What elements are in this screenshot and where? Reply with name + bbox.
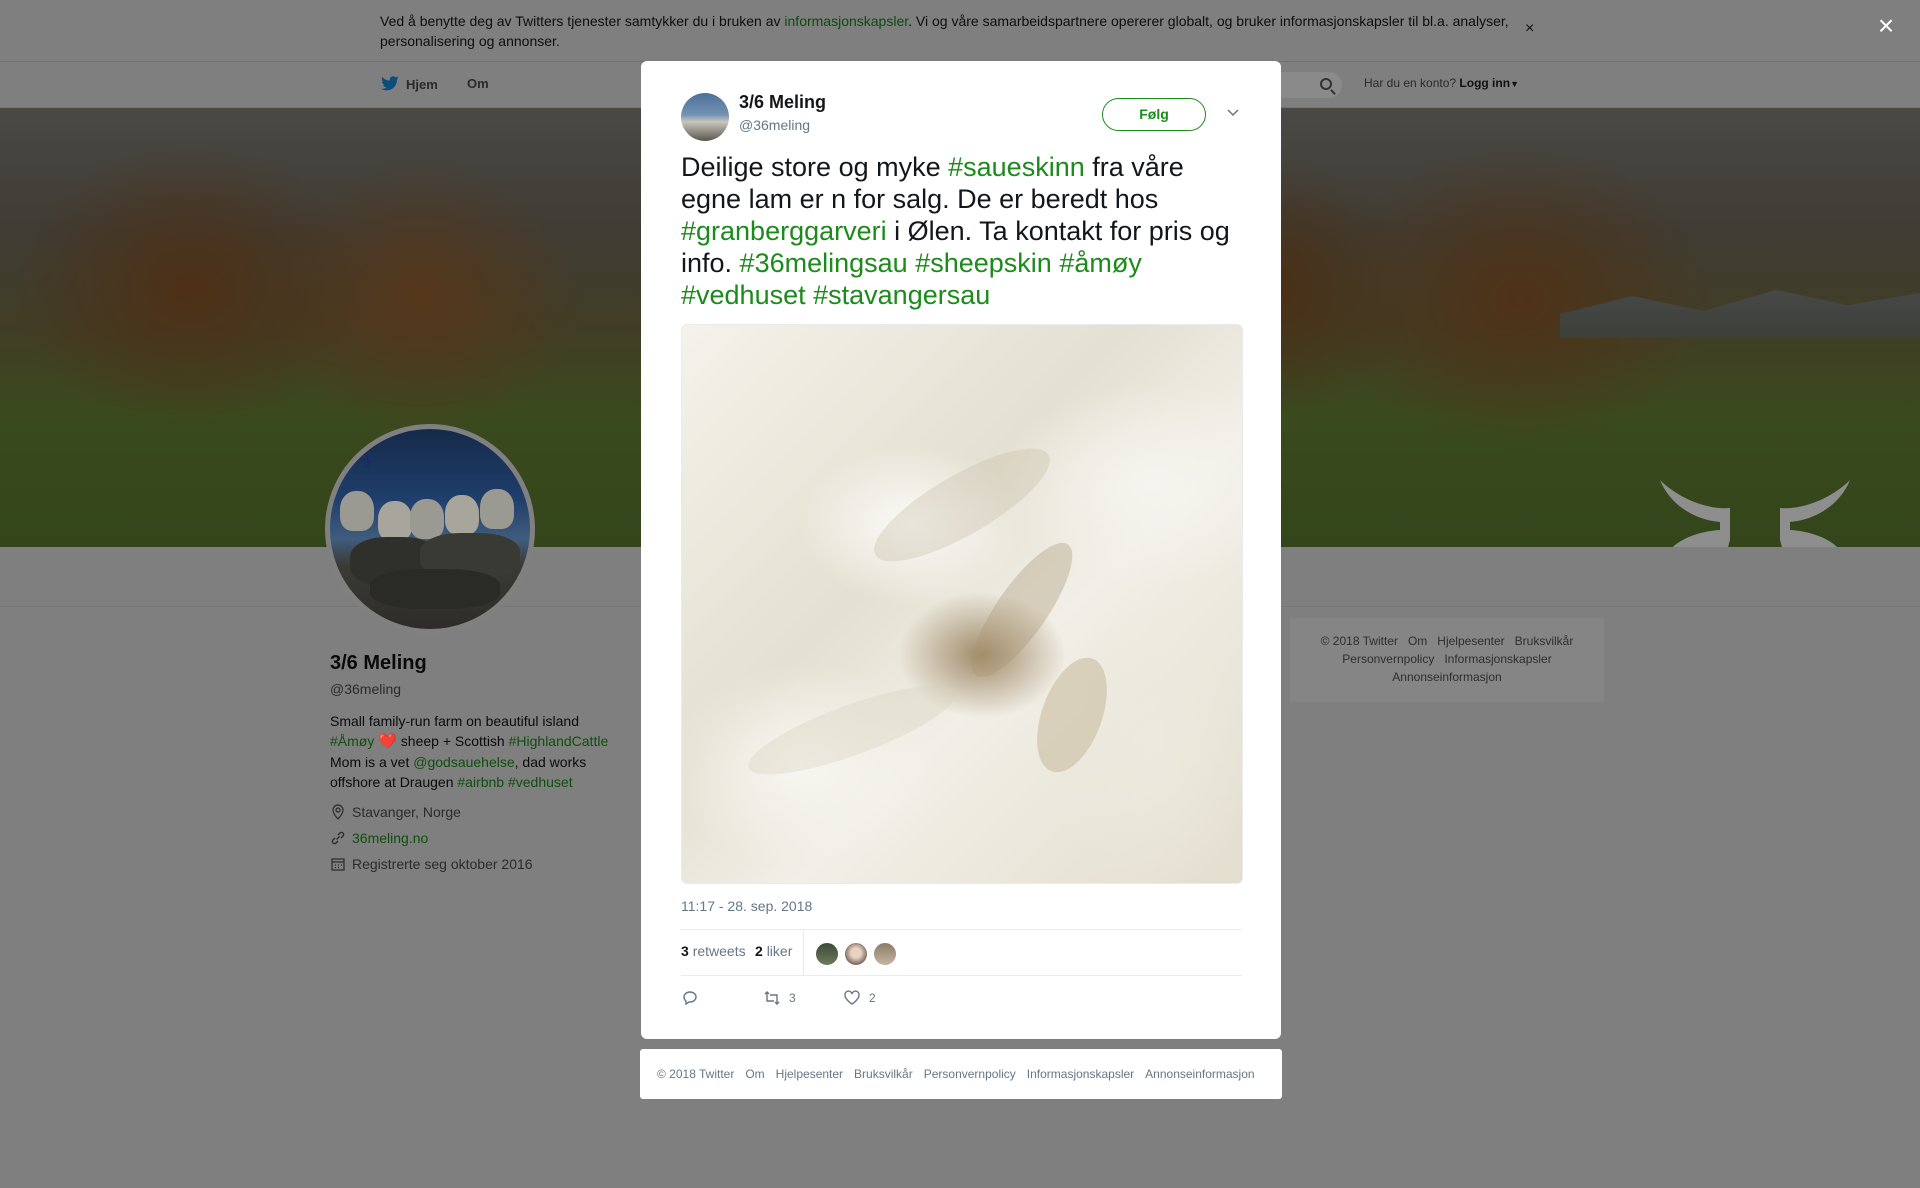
like-count: 2 <box>869 991 876 1005</box>
modal-footer: © 2018 Twitter Om Hjelpesenter Bruksvilk… <box>640 1049 1282 1099</box>
side-footer-ads[interactable]: Annonseinformasjon <box>1392 670 1501 684</box>
bio-hashtag-airbnb[interactable]: #airbnb <box>457 774 504 790</box>
tweet-text-part: Deilige store og myke <box>681 152 949 182</box>
profile-handle[interactable]: @36meling <box>330 681 650 697</box>
location-text: Stavanger, Norge <box>352 804 461 820</box>
retweets-label: retweets <box>692 943 746 959</box>
reply-button[interactable] <box>681 989 699 1007</box>
website-link[interactable]: 36meling.no <box>352 830 428 846</box>
retweet-button[interactable]: 3 <box>763 989 796 1007</box>
profile-location: Stavanger, Norge <box>330 804 650 820</box>
liker-avatar[interactable] <box>844 942 868 966</box>
link-icon <box>331 831 345 845</box>
side-footer: © 2018 Twitter Om Hjelpesenter Bruksvilkår … <box>1290 618 1604 702</box>
chevron-down-icon: ▼ <box>1510 79 1519 89</box>
side-footer-om[interactable]: Om <box>1408 634 1427 648</box>
nav-home-label: Hjem <box>406 76 438 92</box>
joined-text: Registrerte seg oktober 2016 <box>352 856 533 872</box>
nav-home[interactable]: Hjem <box>380 76 438 92</box>
bio-text-2: sheep + Scottish <box>396 733 509 749</box>
modal-footer-om[interactable]: Om <box>745 1067 764 1081</box>
profile-joined: Registrerte seg oktober 2016 <box>330 856 650 872</box>
profile-meta: Stavanger, Norge 36meling.no Registrerte… <box>330 804 650 872</box>
hashtag-sheepskin[interactable]: #sheepskin <box>915 248 1052 278</box>
nav-about-label: Om <box>467 76 489 91</box>
hashtag-amoy[interactable]: #åmøy <box>1059 248 1142 278</box>
liker-avatar[interactable] <box>873 942 897 966</box>
hashtag-granberggarveri[interactable]: #granberggarveri <box>681 216 887 246</box>
chevron-down-icon[interactable] <box>1226 105 1240 119</box>
retweet-count: 3 <box>789 991 796 1005</box>
profile-website: 36meling.no <box>330 830 650 846</box>
avatar-bird-icon: ✈ <box>360 451 377 473</box>
modal-footer-help[interactable]: Hjelpesenter <box>776 1067 843 1081</box>
tweet-author-handle[interactable]: @36meling <box>739 117 810 133</box>
login-prompt: Har du en konto? <box>1364 76 1457 90</box>
hashtag-36melingsau[interactable]: #36melingsau <box>740 248 908 278</box>
side-footer-copyright: © 2018 Twitter <box>1320 634 1398 648</box>
login-area: Har du en konto? Logg inn▼ <box>1364 76 1519 90</box>
tweet-author-name[interactable]: 3/6 Meling <box>739 92 826 113</box>
modal-footer-cookies[interactable]: Informasjonskapsler <box>1027 1067 1134 1081</box>
retweet-icon <box>764 991 780 1005</box>
reply-icon <box>683 991 697 1006</box>
location-pin-icon <box>332 804 344 820</box>
cookie-text: Ved å benytte deg av Twitters tjenester … <box>380 11 1520 51</box>
side-footer-cookies[interactable]: Informasjonskapsler <box>1444 652 1551 666</box>
heart-icon: ❤️ <box>378 733 397 750</box>
profile-avatar[interactable]: ✈ <box>325 424 535 634</box>
tweet-text: Deilige store og myke #saueskinn fra vår… <box>681 151 1241 311</box>
hashtag-stavangersau[interactable]: #stavangersau <box>813 280 990 310</box>
stats-divider <box>803 930 804 975</box>
bio-text-3: Mom is a vet <box>330 754 414 770</box>
modal-footer-privacy[interactable]: Personvernpolicy <box>924 1067 1016 1081</box>
cookie-close-button[interactable]: × <box>1525 20 1534 38</box>
side-footer-terms[interactable]: Bruksvilkår <box>1515 634 1574 648</box>
likes-stat[interactable]: 2 liker <box>755 943 792 959</box>
profile-info: 3/6 Meling @36meling Small family-run fa… <box>330 652 650 882</box>
tweet-author-avatar[interactable] <box>681 93 729 141</box>
modal-footer-terms[interactable]: Bruksvilkår <box>854 1067 913 1081</box>
retweets-count: 3 <box>681 943 689 959</box>
bio-mention-godsauehelse[interactable]: @godsauehelse <box>413 754 514 770</box>
highland-cow-logo <box>1660 480 1850 547</box>
login-link[interactable]: Logg inn <box>1459 76 1510 90</box>
hashtag-saueskinn[interactable]: #saueskinn <box>948 152 1085 182</box>
likes-count: 2 <box>755 943 763 959</box>
tweet-photo[interactable] <box>681 324 1243 884</box>
tweet-modal: 3/6 Meling @36meling Følg Deilige store … <box>641 61 1281 1039</box>
bio-hashtag-highlandcattle[interactable]: #HighlandCattle <box>509 733 609 749</box>
liker-avatar[interactable] <box>815 942 839 966</box>
profile-bio: Small family-run farm on beautiful islan… <box>330 711 630 792</box>
like-button[interactable]: 2 <box>843 989 876 1007</box>
bio-hashtag-amoy[interactable]: #Åmøy <box>330 733 374 749</box>
bio-text-1: Small family-run farm on beautiful islan… <box>330 713 579 729</box>
cookie-banner: Ved å benytte deg av Twitters tjenester … <box>0 0 1920 62</box>
twitter-bird-icon <box>381 76 399 91</box>
tweet-actions: 3 2 <box>681 989 981 1017</box>
search-icon <box>1320 78 1332 90</box>
side-footer-help[interactable]: Hjelpesenter <box>1437 634 1504 648</box>
follow-button[interactable]: Følg <box>1102 98 1206 131</box>
close-overlay-button[interactable]: × <box>1874 12 1898 40</box>
modal-footer-ads[interactable]: Annonseinformasjon <box>1145 1067 1254 1081</box>
modal-footer-copyright: © 2018 Twitter <box>657 1067 735 1081</box>
retweets-stat[interactable]: 3 retweets <box>681 943 746 959</box>
profile-name[interactable]: 3/6 Meling <box>330 652 650 675</box>
bio-hashtag-vedhuset[interactable]: #vedhuset <box>508 774 573 790</box>
tweet-stats: 3 retweets 2 liker <box>681 929 1242 976</box>
likes-label: liker <box>766 943 793 959</box>
cookie-text-before: Ved å benytte deg av Twitters tjenester … <box>380 13 785 29</box>
cookie-link[interactable]: informasjonskapsler <box>784 13 908 29</box>
hashtag-vedhuset[interactable]: #vedhuset <box>681 280 806 310</box>
side-footer-privacy[interactable]: Personvernpolicy <box>1342 652 1434 666</box>
nav-about[interactable]: Om <box>467 76 489 91</box>
heart-icon <box>844 990 860 1005</box>
banner-mountains <box>1560 290 1920 338</box>
calendar-icon <box>331 858 345 871</box>
tweet-timestamp[interactable]: 11:17 - 28. sep. 2018 <box>681 898 812 914</box>
